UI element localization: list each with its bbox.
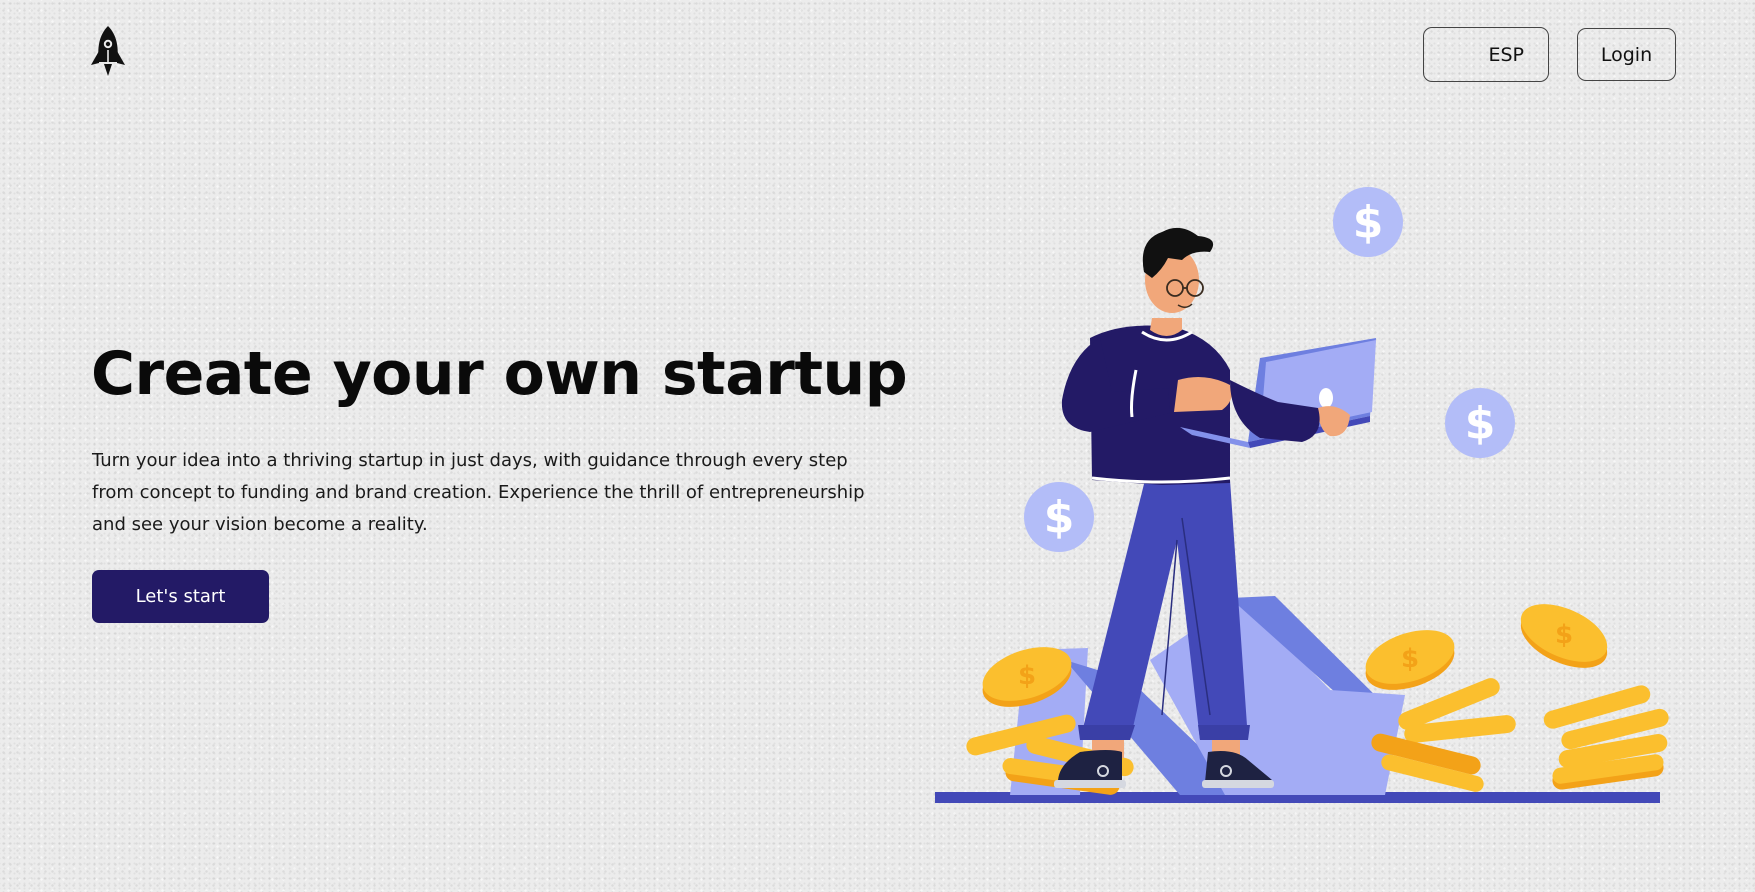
language-toggle-button[interactable]: ESP: [1423, 27, 1549, 82]
hero-description: Turn your idea into a thriving startup i…: [92, 450, 865, 535]
dollar-bubble-icon: $: [1024, 482, 1094, 552]
coin-symbol: $: [1555, 620, 1573, 650]
lets-start-button[interactable]: Let's start: [92, 570, 269, 623]
page-title: Create your own startup: [91, 339, 908, 409]
coin-symbol: $: [1401, 644, 1419, 674]
coin-symbol: $: [1018, 661, 1036, 691]
rocket-icon[interactable]: [88, 24, 128, 80]
coin-stack-icon: $: [1520, 604, 1669, 790]
coin-symbol: $: [1044, 492, 1075, 543]
startup-illustration: $ $ $ $ $ $: [935, 187, 1669, 803]
coin-symbol: $: [1353, 197, 1384, 248]
dollar-bubble-icon: $: [1445, 388, 1515, 458]
coin-symbol: $: [1465, 398, 1496, 449]
login-button[interactable]: Login: [1577, 28, 1676, 81]
dollar-bubble-icon: $: [1333, 187, 1403, 257]
